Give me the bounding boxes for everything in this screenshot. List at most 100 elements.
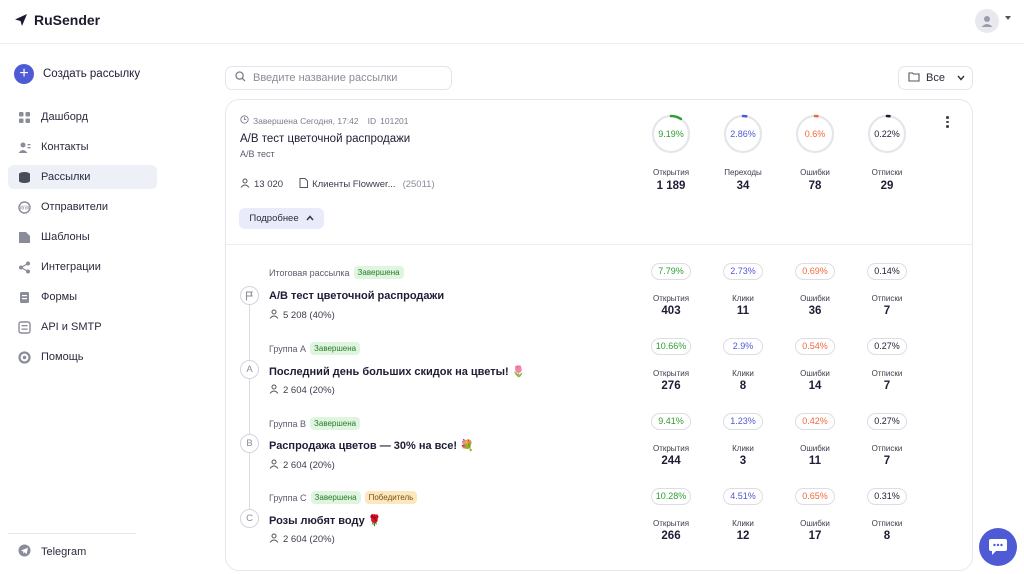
folder-filter-label: Все [926, 72, 945, 84]
progress-ring: 9.19% [651, 114, 691, 154]
variant-stat: 7.79% Открытия 403 [631, 263, 711, 317]
stat-percent-pill: 0.54% [795, 338, 835, 355]
sidebar-item-dashboard[interactable]: Дашборд [8, 105, 157, 129]
variant-stat: 4.51% Клики 12 [703, 488, 783, 542]
campaign-meta: Завершена Сегодня, 17:42 ID 101201 [240, 115, 409, 126]
stat-label: Открытия [652, 168, 690, 177]
stat-percent-pill: 1.23% [723, 413, 763, 430]
variant-recipients: 5 208 (40%) [269, 309, 335, 322]
sidebar-item-contacts[interactable]: Контакты [8, 135, 157, 159]
details-toggle-label: Подробнее [249, 213, 299, 224]
stat-label: Клики [732, 444, 754, 453]
stat-value: 34 [736, 180, 750, 192]
variant-title[interactable]: А/В тест цветочной распродажи [269, 290, 444, 302]
stat-percent-pill: 10.66% [650, 338, 692, 355]
stat-percent-pill: 0.27% [867, 338, 907, 355]
campaign-title[interactable]: А/В тест цветочной распродажи [240, 133, 410, 145]
stat-label: Ошибки [800, 168, 830, 177]
sidebar-item-senders[interactable]: WW Отправители [8, 195, 157, 219]
top-bar: RuSender [0, 0, 1024, 44]
svg-text:WW: WW [20, 205, 30, 211]
variant-stat: 10.66% Открытия 276 [631, 338, 711, 392]
variant-header: Группа А Завершена [269, 342, 361, 355]
stat-percent-pill: 9.41% [651, 413, 691, 430]
stat-value: 8 [739, 380, 747, 392]
stat-percent-pill: 0.31% [867, 488, 907, 505]
sidebar-divider [8, 533, 136, 534]
contact-list-name[interactable]: Клиенты Flowwer... [312, 179, 396, 190]
sidebar-item-label: Интеграции [41, 261, 101, 273]
stat-value: 403 [661, 305, 681, 317]
contact-list-count: (25011) [402, 179, 435, 190]
user-avatar[interactable] [975, 9, 999, 33]
stat-label: Отписки [871, 168, 903, 177]
variant-marker: B [246, 438, 253, 449]
stat-percent-pill: 0.27% [867, 413, 907, 430]
variant-title[interactable]: Распродажа цветов — 30% на все! 💐 [269, 439, 474, 452]
flag-icon [240, 286, 259, 305]
stat-value: 1 189 [656, 180, 686, 192]
progress-ring: 0.22% [867, 114, 907, 154]
variant-count: 5 208 (40%) [283, 310, 335, 321]
variant-title-text: Последний день больших скидок на цветы! [269, 366, 509, 378]
search-box [225, 66, 452, 90]
variant-stat: 0.69% Ошибки 36 [775, 263, 855, 317]
campaign-id: 101201 [380, 115, 409, 126]
stat-unsubscribes: 0.22% Отписки 29 [847, 114, 927, 192]
stat-value: 8 [883, 530, 891, 542]
sidebar-item-forms[interactable]: Формы [8, 285, 157, 309]
stat-value: 29 [880, 180, 894, 192]
search-icon [235, 71, 246, 85]
variant-stat: 2.73% Клики 11 [703, 263, 783, 317]
variant-title[interactable]: Розы любят воду 🌹 [269, 514, 382, 527]
campaign-status: Завершена Сегодня, 17:42 [253, 115, 359, 126]
stat-value: 7 [883, 380, 891, 392]
stat-value: 78 [808, 180, 822, 192]
variant-stat: 0.27% Отписки 7 [847, 413, 927, 467]
stat-percent-pill: 7.79% [651, 263, 691, 280]
stat-label: Клики [732, 519, 754, 528]
details-toggle-button[interactable]: Подробнее [239, 208, 324, 229]
help-icon [18, 350, 31, 364]
stat-value: 12 [736, 530, 750, 542]
stat-value: 7 [883, 455, 891, 467]
variant-recipients: 2 604 (20%) [269, 533, 335, 546]
chevron-down-icon[interactable] [1005, 16, 1011, 20]
progress-ring: 0.6% [795, 114, 835, 154]
variant-name: Группа А [269, 343, 307, 354]
telegram-link[interactable]: Telegram [18, 544, 86, 560]
sidebar-item-api[interactable]: API и SMTP [8, 315, 157, 339]
stat-value: 17 [808, 530, 822, 542]
templates-icon [18, 231, 31, 244]
sidebar-item-templates[interactable]: Шаблоны [8, 225, 157, 249]
variant-title[interactable]: Последний день больших скидок на цветы! … [269, 365, 525, 378]
user-icon [240, 178, 250, 191]
mailings-icon [18, 171, 31, 184]
stat-label: Отписки [871, 519, 903, 528]
user-icon [269, 384, 279, 397]
sidebar-item-label: Контакты [41, 141, 89, 153]
forms-icon [18, 291, 31, 304]
plus-icon: + [14, 64, 34, 84]
sidebar-item-integrations[interactable]: Интеграции [8, 255, 157, 279]
sidebar-item-mailings[interactable]: Рассылки [8, 165, 157, 189]
variant-marker-a: A [240, 360, 259, 379]
sidebar-item-help[interactable]: Помощь [8, 345, 157, 369]
status-badge: Завершена [353, 266, 404, 279]
sidebar-item-label: API и SMTP [41, 321, 102, 333]
app-logo[interactable]: RuSender [14, 12, 100, 28]
progress-ring: 2.86% [723, 114, 763, 154]
user-icon [269, 459, 279, 472]
folder-filter-dropdown[interactable]: Все [898, 66, 973, 90]
search-input[interactable] [253, 72, 443, 84]
status-badge: Завершена [310, 342, 361, 355]
stat-clicks: 2.86% Переходы 34 [703, 114, 783, 192]
create-mailing-button[interactable]: + Создать рассылку [14, 64, 140, 84]
status-badge: Завершена [310, 491, 361, 504]
variant-stat: 0.27% Отписки 7 [847, 338, 927, 392]
stat-percent-pill: 0.14% [867, 263, 907, 280]
stat-label: Ошибки [800, 369, 830, 378]
chat-support-button[interactable] [979, 528, 1017, 566]
variant-header: Группа С Завершена Победитель [269, 491, 418, 504]
more-options-icon[interactable] [946, 116, 949, 128]
